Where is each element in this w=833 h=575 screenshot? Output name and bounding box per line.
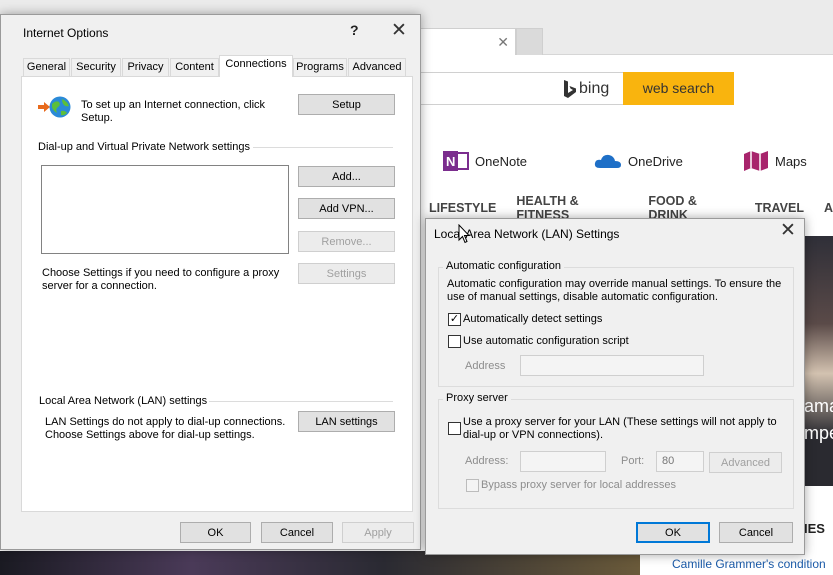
web-search-button[interactable]: web search [623, 72, 734, 105]
proxy-address-field[interactable] [520, 451, 606, 472]
maps-link[interactable]: Maps [743, 148, 807, 174]
nav-travel[interactable]: TRAVEL [755, 201, 804, 215]
bing-icon [564, 80, 576, 98]
proxy-address-label: Address: [465, 455, 509, 467]
mouse-cursor-icon [458, 224, 470, 244]
group-label: Automatic configuration [443, 260, 564, 272]
settings-button[interactable]: Settings [298, 263, 395, 284]
dialog-title: Internet Options [23, 26, 109, 40]
nav-more[interactable]: A [824, 201, 833, 215]
browser-tab[interactable]: ✕ [420, 28, 516, 55]
proxy-description: Choose Settings if you need to configure… [42, 267, 280, 292]
close-icon[interactable]: ✕ [391, 21, 407, 40]
svg-text:N: N [446, 154, 455, 169]
news-nav-bar: LIFESTYLE HEALTH & FITNESS FOOD & DRINK … [420, 194, 833, 222]
tab-general[interactable]: General [23, 58, 70, 76]
tab-privacy[interactable]: Privacy [122, 58, 169, 76]
bypass-proxy-checkbox[interactable] [466, 479, 479, 492]
tab-content[interactable]: Content [170, 58, 219, 76]
use-proxy-checkbox[interactable] [448, 422, 461, 435]
script-address-field[interactable] [520, 355, 704, 376]
auto-script-checkbox[interactable] [448, 335, 461, 348]
setup-description: To set up an Internet connection, click … [81, 99, 266, 124]
lan-settings-dialog: Local Area Network (LAN) Settings ✕ Auto… [425, 218, 805, 555]
news-headline-fragment: mpe [804, 423, 833, 443]
setup-button[interactable]: Setup [298, 94, 395, 115]
tab-security[interactable]: Security [71, 58, 121, 76]
help-icon[interactable]: ? [350, 22, 359, 38]
port-label: Port: [621, 455, 645, 467]
auto-script-label[interactable]: Use automatic configuration script [463, 335, 629, 348]
new-tab-button[interactable] [516, 28, 543, 55]
bypass-proxy-label[interactable]: Bypass proxy server for local addresses [481, 479, 676, 492]
onenote-icon: N [443, 151, 469, 171]
advanced-button[interactable]: Advanced [709, 452, 782, 473]
onedrive-link[interactable]: OneDrive [594, 148, 683, 174]
maps-icon [744, 151, 768, 171]
use-proxy-label[interactable]: Use a proxy server for your LAN (These s… [463, 416, 788, 442]
tab-programs[interactable]: Programs [293, 58, 347, 76]
lan-settings-button[interactable]: LAN settings [298, 411, 395, 432]
auto-detect-label[interactable]: Automatically detect settings [463, 313, 602, 326]
add-vpn-button[interactable]: Add VPN... [298, 198, 395, 219]
tab-connections[interactable]: Connections [219, 55, 293, 77]
ok-button[interactable]: OK [636, 522, 710, 543]
separator [209, 401, 393, 402]
close-icon[interactable]: ✕ [780, 221, 796, 240]
nav-lifestyle[interactable]: LIFESTYLE [429, 201, 496, 215]
add-button[interactable]: Add... [298, 166, 395, 187]
cancel-button[interactable]: Cancel [719, 522, 793, 543]
port-field[interactable]: 80 [656, 451, 704, 472]
apply-button[interactable]: Apply [342, 522, 414, 543]
tab-close-icon[interactable]: ✕ [497, 34, 509, 51]
ok-button[interactable]: OK [180, 522, 251, 543]
network-globe-icon [38, 96, 71, 118]
bing-label: bing [579, 80, 610, 97]
tab-advanced[interactable]: Advanced [348, 58, 406, 76]
remove-button[interactable]: Remove... [298, 231, 395, 252]
cancel-button[interactable]: Cancel [261, 522, 333, 543]
onenote-link[interactable]: N OneNote [443, 148, 527, 174]
connections-list[interactable] [41, 165, 289, 254]
news-link[interactable]: Camille Grammer's condition [672, 557, 826, 571]
dialup-vpn-header: Dial-up and Virtual Private Network sett… [38, 141, 250, 153]
separator [253, 147, 393, 148]
maps-label: Maps [775, 153, 807, 169]
onedrive-label: OneDrive [628, 153, 683, 169]
group-label: Proxy server [443, 392, 511, 404]
auto-config-description: Automatic configuration may override man… [447, 278, 782, 303]
internet-options-dialog: Internet Options ? ✕ General Security Pr… [0, 14, 421, 550]
onenote-label: OneNote [475, 153, 528, 169]
news-headline-fragment: ama [804, 396, 833, 416]
address-label: Address [465, 360, 506, 372]
news-image[interactable] [805, 236, 833, 486]
lan-description: LAN Settings do not apply to dial-up con… [45, 416, 286, 441]
onedrive-icon [594, 154, 621, 168]
lan-settings-header: Local Area Network (LAN) settings [39, 395, 208, 407]
bing-logo: bing [563, 78, 609, 100]
auto-detect-checkbox[interactable]: ✓ [448, 313, 461, 326]
section-heading-fragment: IES [804, 521, 825, 536]
